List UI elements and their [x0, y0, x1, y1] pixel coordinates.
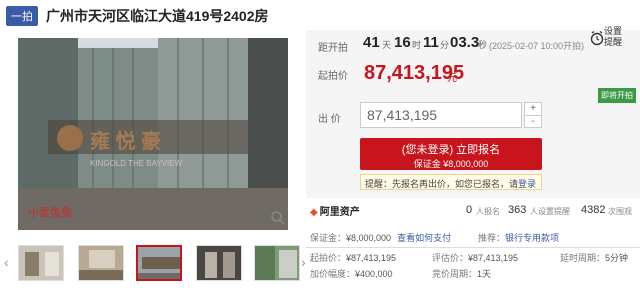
bid-label: 出 价 — [318, 114, 341, 125]
ali-assets-logo: ◆ 阿里资产 — [310, 203, 360, 218]
page-title: 广州市天河区临江大道419号2402房 — [46, 8, 269, 24]
delay-value: 5分钟 — [605, 253, 629, 263]
set-reminder-label: 设置提醒 — [604, 26, 623, 47]
deposit-info: 保证金：¥8,000,000 查看如何支付 — [310, 231, 451, 244]
thumbnail[interactable] — [78, 245, 124, 281]
thumbnail-active[interactable] — [136, 245, 182, 281]
recommend-key: 推荐： — [478, 233, 506, 243]
thumbnail[interactable] — [196, 245, 242, 281]
start-price-unit: 元 — [447, 73, 457, 84]
increment-key: 加价幅度： — [310, 269, 356, 279]
register-button-label: (您未登录) 立即报名 — [401, 144, 501, 156]
auction-details: 保证金：¥8,000,000 查看如何支付 推荐：银行专用款项 起拍价：¥87,4… — [306, 225, 640, 293]
page-header: 一拍 广州市天河区临江大道419号2402房 — [0, 0, 640, 32]
start-price-key: 起拍价： — [310, 253, 347, 263]
countdown-days-unit: 天 — [382, 40, 392, 50]
decrease-bid-button[interactable]: - — [525, 115, 541, 127]
deposit-value: ¥8,000,000 — [346, 233, 392, 243]
login-link[interactable]: 登录 — [518, 179, 536, 189]
bid-stepper[interactable]: + - — [524, 102, 542, 128]
thumbnail-strip: ‹ › — [0, 242, 306, 284]
increment-value: ¥400,000 — [355, 269, 393, 279]
recommend-link[interactable]: 银行专用款项 — [505, 233, 559, 243]
deposit-amount: 保证金 ¥8,000,000 — [413, 159, 489, 169]
auction-start-time: (2025-02-07 10:00开拍) — [489, 41, 585, 51]
set-reminder-button[interactable]: 设置提醒 — [590, 26, 636, 56]
login-tip-text: 提醒：先报名再出价，如您已报名，请 — [365, 179, 519, 189]
appraisal-value: ¥87,413,195 — [468, 253, 519, 263]
views-label: 次围观 — [608, 207, 632, 216]
appraisal-info: 评估价：¥87,413,195 — [432, 251, 518, 264]
svg-text:雍 悦 豪: 雍 悦 豪 — [90, 129, 161, 153]
countdown-seconds-unit: 秒 — [478, 40, 488, 50]
applicants-count: 0 — [466, 204, 473, 216]
start-price-detail: ¥87,413,195 — [346, 253, 397, 263]
countdown-seconds: 03.3 — [450, 34, 480, 51]
countdown-label: 距开拍 — [318, 43, 348, 54]
start-price-label: 起拍价 — [318, 71, 348, 82]
start-price-info: 起拍价：¥87,413,195 — [310, 251, 396, 264]
reminders-count: 363 — [508, 204, 527, 216]
alarm-clock-icon — [590, 31, 604, 46]
register-button[interactable]: (您未登录) 立即报名 保证金 ¥8,000,000 — [360, 138, 542, 170]
thumb-prev-icon[interactable]: ‹ — [4, 254, 9, 270]
countdown-hours: 16 — [394, 34, 411, 51]
thumbnail[interactable] — [254, 245, 300, 281]
thumbnail[interactable] — [18, 245, 64, 281]
stats-bar: ◆ 阿里资产 0 人报名 363 人设置提醒 4382 次围观 — [306, 200, 640, 222]
auction-period-value: 1天 — [477, 269, 492, 279]
auction-round-badge: 一拍 — [6, 6, 38, 26]
bid-amount-input[interactable] — [360, 102, 522, 128]
recommend-info: 推荐：银行专用款项 — [478, 231, 559, 244]
countdown-days: 41 — [363, 34, 380, 51]
login-tip: 提醒：先报名再出价，如您已报名，请登录 — [360, 174, 542, 190]
divider — [306, 247, 640, 248]
increment-info: 加价幅度：¥400,000 — [310, 267, 393, 280]
svg-text:KINGOLD THE BAYVIEW: KINGOLD THE BAYVIEW — [90, 159, 183, 168]
countdown-minutes-unit: 分 — [440, 40, 450, 50]
delay-info: 延时周期：5分钟 — [560, 251, 628, 264]
deposit-key: 保证金： — [310, 233, 347, 243]
status-badge: 即将开拍 — [598, 88, 636, 103]
photo-watermark: 小雷兔兔 — [28, 205, 72, 219]
thumb-next-icon[interactable]: › — [301, 254, 306, 270]
auction-period-info: 竞价周期：1天 — [432, 267, 491, 280]
views-count: 4382 — [581, 204, 606, 216]
applicants-label: 人报名 — [476, 207, 500, 216]
ali-assets-label: 阿里资产 — [319, 207, 360, 218]
zoom-icon[interactable] — [270, 210, 286, 226]
payment-help-link[interactable]: 查看如何支付 — [397, 233, 451, 243]
increase-bid-button[interactable]: + — [525, 103, 541, 115]
countdown-minutes: 11 — [423, 34, 439, 51]
countdown-hours-unit: 时 — [412, 40, 422, 50]
building-photo: 雍 悦 豪 KINGOLD THE BAYVIEW 小雷兔兔 — [18, 38, 288, 230]
auction-period-key: 竞价周期： — [432, 269, 478, 279]
reminders-label: 人设置提醒 — [530, 207, 570, 216]
main-photo[interactable]: 雍 悦 豪 KINGOLD THE BAYVIEW 小雷兔兔 — [18, 38, 288, 230]
ali-logo-icon: ◆ — [310, 207, 318, 218]
delay-key: 延时周期： — [560, 253, 606, 263]
appraisal-key: 评估价： — [432, 253, 469, 263]
